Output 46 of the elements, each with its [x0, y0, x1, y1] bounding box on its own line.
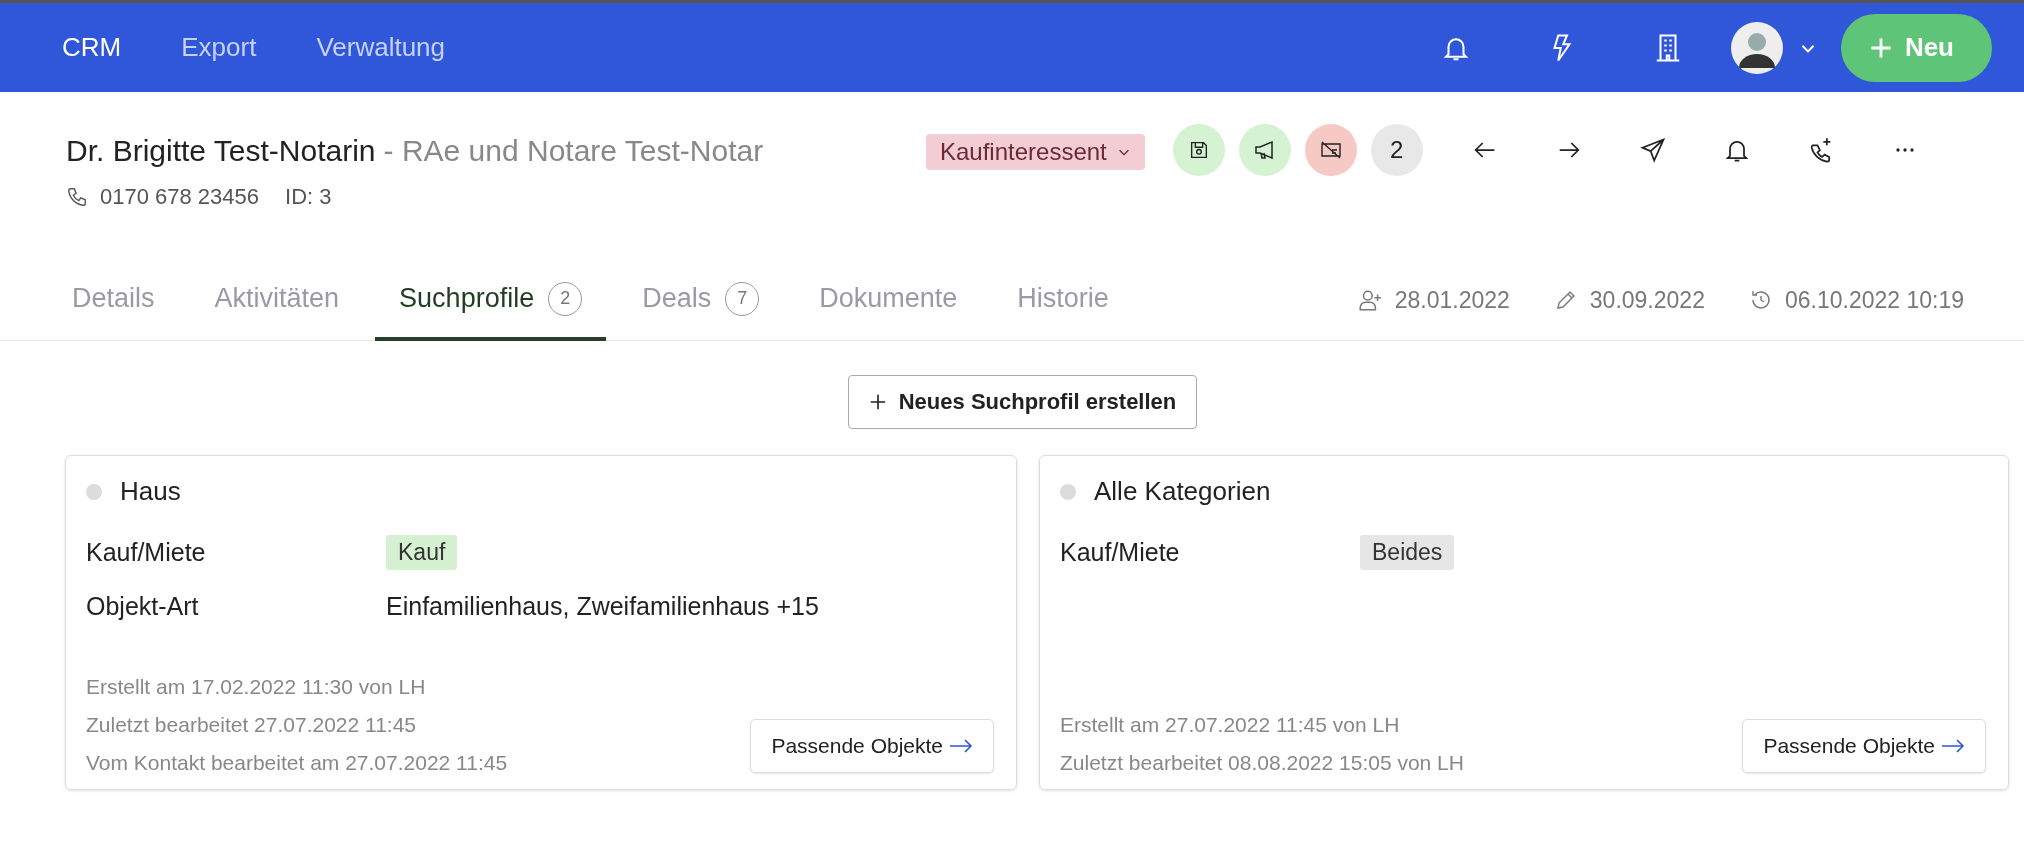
- field-label: Kauf/Miete: [86, 538, 207, 567]
- meta-text: Vom Kontakt bearbeitet am 27.07.2022 11:45: [86, 751, 508, 775]
- tag: Kauf: [386, 535, 458, 570]
- tag: Beides: [1360, 535, 1455, 570]
- status-dropdown[interactable]: Kaufinteressent: [926, 134, 1145, 170]
- edited-date: 30.09.2022: [1589, 286, 1705, 314]
- contact-id: ID: 3: [285, 184, 332, 210]
- card-off-button[interactable]: [1304, 124, 1357, 176]
- arrow-right-icon: [949, 738, 973, 754]
- meta-text: Zuletzt bearbeitet 08.08.2022 15:05 von LH: [1060, 751, 1464, 775]
- meta-text: Erstellt am 17.02.2022 11:30 von LH: [86, 675, 427, 699]
- phone-number: 0170 678 23456: [100, 184, 260, 210]
- meta-text: Erstellt am 27.07.2022 11:45 von LH: [1060, 713, 1401, 737]
- phone-icon: [66, 186, 88, 208]
- meta-text: Zuletzt bearbeitet 27.07.2022 11:45: [86, 713, 418, 737]
- count-button[interactable]: 2: [1370, 124, 1423, 176]
- status-dot: [86, 483, 102, 500]
- created-date: 28.01.2022: [1394, 286, 1510, 314]
- field-value: Einfamilienhaus, Zweifamilienhaus +15: [386, 592, 819, 621]
- matching-objects-button[interactable]: Passende Objekte: [1742, 719, 1986, 773]
- tab[interactable]: Historie: [1015, 260, 1111, 341]
- tab[interactable]: Deals 7: [640, 260, 762, 341]
- arrow-right-icon: [1941, 738, 1965, 754]
- profile-title: Alle Kategorien: [1094, 476, 1271, 507]
- plus-icon: [1868, 35, 1893, 60]
- nav-link[interactable]: Verwaltung: [316, 32, 446, 63]
- contact-name: Dr. Brigitte Test-Notarin: [66, 134, 376, 167]
- history-date: 06.10.2022 10:19: [1784, 286, 1964, 314]
- field-label: Objekt-Art: [86, 592, 200, 621]
- matching-objects-button[interactable]: Passende Objekte: [750, 719, 994, 773]
- save-button[interactable]: [1172, 124, 1225, 176]
- avatar-icon[interactable]: [1730, 21, 1783, 74]
- company-name: - RAe und Notare Test-Notar: [383, 134, 764, 167]
- nav-link[interactable]: CRM: [62, 32, 122, 63]
- tab[interactable]: Aktivitäten: [212, 260, 342, 341]
- tab[interactable]: Details: [70, 260, 157, 341]
- tab[interactable]: Dokumente: [817, 260, 960, 341]
- paper-plane-icon[interactable]: [1638, 136, 1667, 164]
- plus-icon: [868, 393, 887, 411]
- profile-title: Haus: [120, 476, 181, 507]
- create-profile-button[interactable]: Neues Suchprofil erstellen: [847, 375, 1198, 429]
- tab[interactable]: Suchprofile 2: [375, 260, 607, 341]
- nav-link[interactable]: Export: [181, 32, 257, 63]
- status-dot: [1060, 483, 1076, 500]
- megaphone-button[interactable]: [1238, 124, 1291, 176]
- field-label: Kauf/Miete: [1060, 538, 1181, 567]
